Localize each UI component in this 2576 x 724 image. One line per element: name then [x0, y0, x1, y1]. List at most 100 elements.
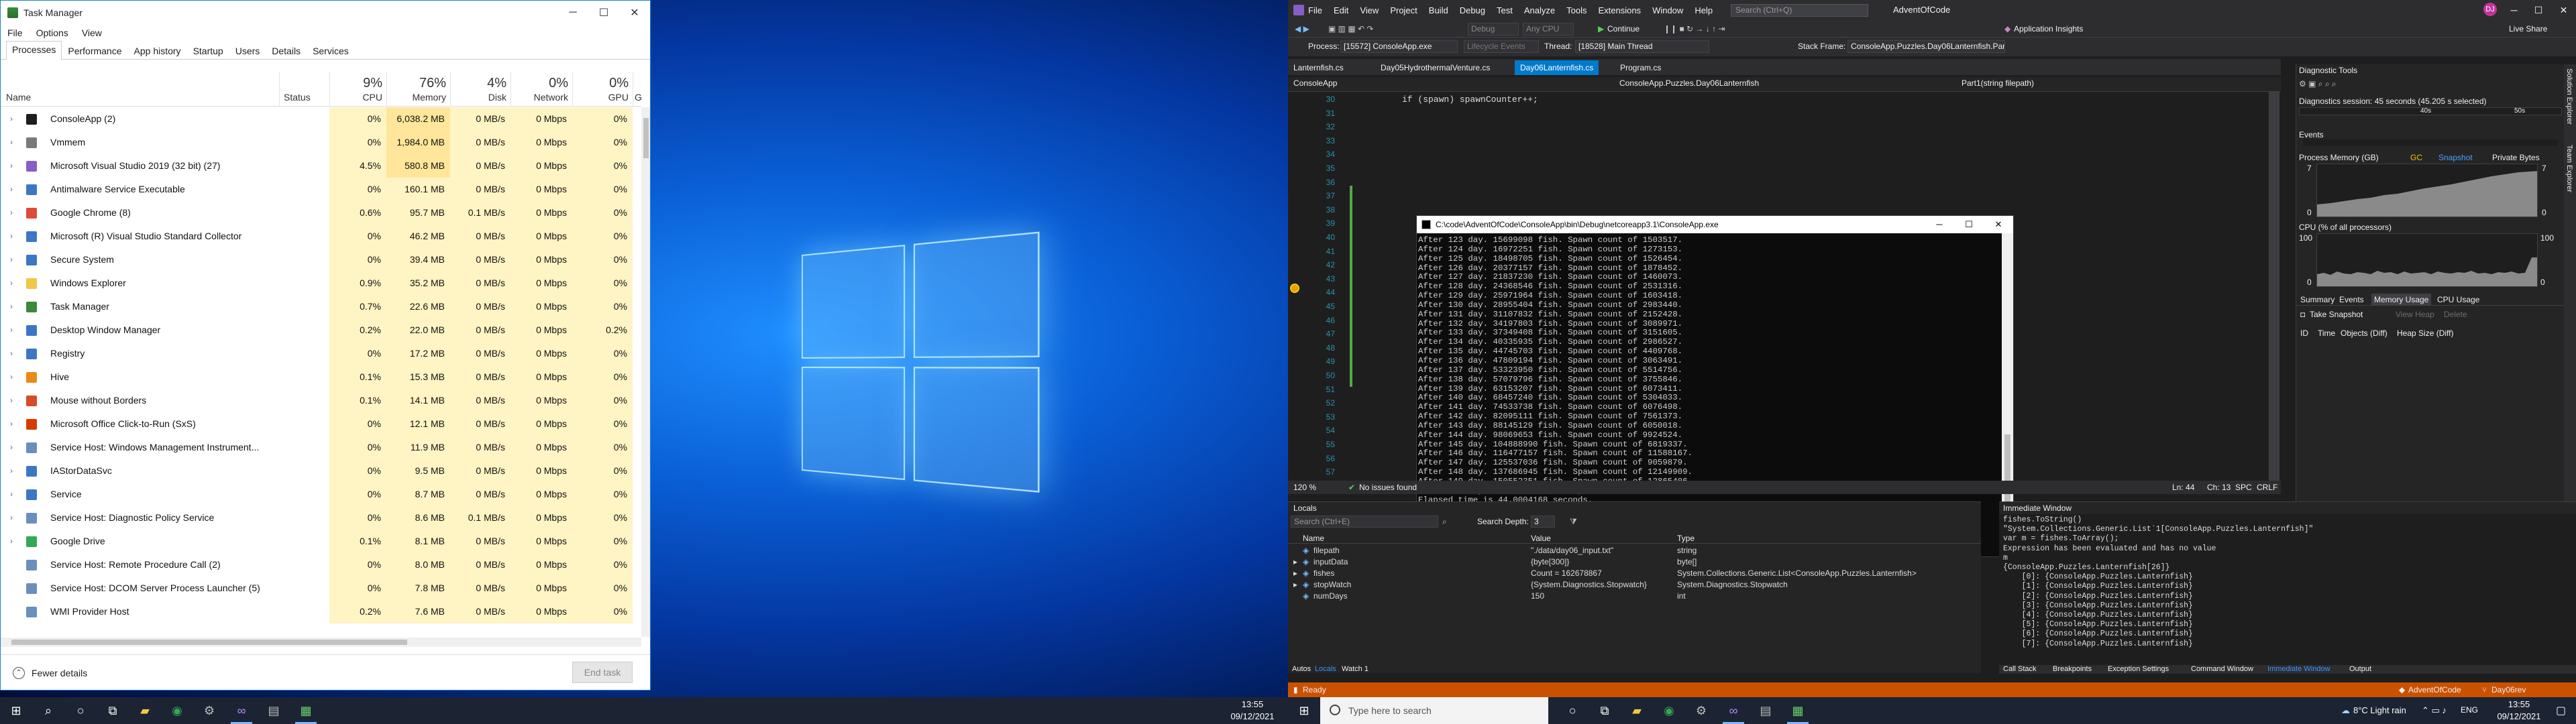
tab-processes[interactable]: Processes: [6, 41, 62, 60]
process-row[interactable]: Service Host: DCOM Server Process Launch…: [1, 577, 641, 600]
process-row[interactable]: › Microsoft (R) Visual Studio Standard Co…: [1, 225, 641, 248]
search-icon[interactable]: ⌕: [32, 700, 64, 721]
tray-icons[interactable]: ⌃ ▭ ♪: [2422, 705, 2447, 716]
column-gpu[interactable]: 0% GPU: [572, 72, 633, 107]
current-statement-icon[interactable]: [1290, 284, 1299, 293]
file-explorer-icon[interactable]: ▰: [1621, 700, 1653, 721]
visual-studio-icon[interactable]: ∞: [225, 700, 258, 721]
notification-icon[interactable]: ▢: [2556, 704, 2566, 717]
take-snapshot-button[interactable]: Take Snapshot: [2310, 310, 2363, 319]
continue-button[interactable]: Continue: [1607, 20, 1640, 38]
issues-indicator[interactable]: No issues found: [1359, 481, 1417, 494]
settings-gear-icon[interactable]: ⚙: [193, 700, 225, 721]
filter-icon[interactable]: ⧩: [1570, 517, 1577, 527]
process-dropdown[interactable]: [15572] ConsoleApp.exe: [1340, 40, 1458, 53]
end-task-button[interactable]: End task: [572, 662, 633, 683]
tab-lanternfish[interactable]: Lanternfish.cs: [1288, 60, 1349, 75]
expand-chevron-icon[interactable]: ›: [10, 506, 13, 530]
process-row[interactable]: › Microsoft Office Click-to-Run (SxS) 0% 12…: [1, 412, 641, 436]
chevron-up-icon[interactable]: ⌃: [13, 667, 25, 679]
expand-chevron-icon[interactable]: ›: [10, 201, 13, 225]
clock[interactable]: 13:55 09/12/2021: [2489, 699, 2549, 723]
process-row[interactable]: › Antimalware Service Executable 0% 160.1 M…: [1, 178, 641, 201]
tab-output[interactable]: Output: [2349, 665, 2371, 673]
menu-window[interactable]: Window: [1652, 5, 1683, 15]
subtab-memory-usage[interactable]: Memory Usage: [2371, 294, 2431, 306]
menu-view[interactable]: View: [1360, 5, 1379, 15]
chrome-icon[interactable]: ◉: [1653, 700, 1685, 721]
locals-row[interactable]: ◈ filepath "./data/day06_input.txt" string: [1288, 545, 1981, 556]
expand-chevron-icon[interactable]: ›: [10, 225, 13, 248]
tab-performance[interactable]: Performance: [62, 42, 127, 59]
menu-test[interactable]: Test: [1497, 5, 1513, 15]
tab-command-window[interactable]: Command Window: [2191, 665, 2253, 673]
process-row[interactable]: › ConsoleApp (2) 0% 6,038.2 MB 0 MB/s 0 Mbps 0…: [1, 107, 641, 131]
task-view-icon[interactable]: ⧉: [1589, 700, 1621, 721]
file-explorer-icon[interactable]: ▰: [129, 700, 161, 721]
expand-chevron-icon[interactable]: ›: [10, 248, 13, 272]
process-row[interactable]: › Service 0% 8.7 MB 0 MB/s 0 Mbps 0%: [1, 483, 641, 506]
column-name[interactable]: Name: [1, 72, 279, 107]
minimize-button[interactable]: ─: [2511, 5, 2518, 15]
code-line[interactable]: if (spawn) spawnCounter++;: [1402, 95, 1538, 105]
thread-dropdown[interactable]: [18528] Main Thread: [1575, 40, 1709, 53]
expand-chevron-icon[interactable]: ▸: [1293, 556, 1297, 568]
process-row[interactable]: › Desktop Window Manager 0.2% 22.0 MB 0 MB/s…: [1, 318, 641, 342]
locals-row[interactable]: ▸ ◈ stopWatch {System.Diagnostics.Stopwatch…: [1288, 579, 1981, 591]
debug-control-icons[interactable]: ❙❙ ■ ↻ → ↓ ↑ ⇥: [1664, 20, 1725, 38]
expand-chevron-icon[interactable]: ▸: [1293, 579, 1297, 591]
maximize-button[interactable]: ☐: [2534, 5, 2543, 16]
tab-autos[interactable]: Autos: [1292, 665, 1311, 673]
code-editor[interactable]: 30 31 32 33 34 35 36 37 38 39 40 41 42 43 44 45 46 47 48 49…: [1288, 92, 2281, 481]
process-row[interactable]: › Task Manager 0.7% 22.6 MB 0 MB/s 0 Mbps 0%: [1, 295, 641, 318]
horizontal-scrollbar[interactable]: [1, 638, 641, 647]
menu-view[interactable]: View: [82, 27, 102, 38]
memory-usage-graph[interactable]: [2316, 164, 2538, 217]
visual-studio-icon[interactable]: ∞: [1717, 700, 1750, 721]
cortana-icon[interactable]: ○: [64, 700, 97, 721]
process-row[interactable]: › Service Host: Windows Management Instru…: [1, 436, 641, 459]
subtab-summary[interactable]: Summary: [2300, 295, 2334, 304]
expand-chevron-icon[interactable]: ›: [10, 436, 13, 459]
process-row[interactable]: › Registry 0% 17.2 MB 0 MB/s 0 Mbps 0%: [1, 342, 641, 365]
expand-chevron-icon[interactable]: ›: [10, 365, 13, 389]
process-row[interactable]: WMI Provider Host 0.2% 7.6 MB 0 MB/s 0 Mbps 0…: [1, 600, 641, 623]
vertical-scrollbar[interactable]: [641, 107, 651, 637]
tab-startup[interactable]: Startup: [187, 42, 229, 59]
stack-frame-dropdown[interactable]: ConsoleApp.Puzzles.Day06Lanternfish.Par: [1847, 40, 2005, 53]
search-depth-dropdown[interactable]: 3: [1531, 516, 1555, 528]
column-cpu[interactable]: 9% CPU: [329, 72, 386, 107]
col-value[interactable]: Value: [1531, 533, 1551, 544]
language-indicator[interactable]: ENG: [2461, 705, 2478, 715]
tab-app-history[interactable]: App history: [128, 42, 187, 59]
tab-day06[interactable]: Day06Lanternfish.cs: [1515, 60, 1599, 75]
console-title-bar[interactable]: C:\code\AdventOfCode\ConsoleApp\bin\Debu…: [1417, 216, 2013, 233]
process-row[interactable]: › Google Drive 0.1% 8.1 MB 0 MB/s 0 Mbps 0%: [1, 530, 641, 553]
diag-toolbar-icons[interactable]: ⚙ ▣ ⌕ ⌕ ⌕: [2299, 79, 2337, 89]
tab-breakpoints[interactable]: Breakpoints: [2053, 665, 2092, 673]
menu-project[interactable]: Project: [1390, 5, 1417, 15]
start-windows-icon[interactable]: ⊞: [1288, 700, 1320, 721]
solution-explorer-tab[interactable]: Solution Explorer: [2565, 68, 2573, 125]
process-row[interactable]: › Secure System 0% 39.4 MB 0 MB/s 0 Mbps 0%: [1, 248, 641, 272]
col-name[interactable]: Name: [1303, 533, 1324, 544]
team-explorer-tab[interactable]: Team Explorer: [2565, 145, 2573, 192]
column-status[interactable]: Status: [279, 72, 329, 107]
menu-extensions[interactable]: Extensions: [1598, 5, 1641, 15]
column-gpu-engine[interactable]: GI: [633, 72, 641, 107]
zoom-level[interactable]: 120 %: [1293, 481, 1316, 494]
branch-name[interactable]: Day06rev: [2491, 682, 2526, 697]
expand-chevron-icon[interactable]: ›: [10, 154, 13, 178]
locals-row[interactable]: ▸ ◈ fishes Count = 162678867 System.Collecti…: [1288, 568, 1981, 579]
expand-chevron-icon[interactable]: ›: [10, 342, 13, 365]
task-manager-taskbar-icon[interactable]: ▦: [290, 700, 322, 721]
col-type[interactable]: Type: [1677, 533, 1695, 544]
mouse-without-borders-icon[interactable]: ▤: [258, 700, 290, 721]
column-disk[interactable]: 4% Disk: [450, 72, 511, 107]
expand-chevron-icon[interactable]: ›: [10, 272, 13, 295]
menu-options[interactable]: Options: [36, 27, 68, 38]
live-share-button[interactable]: Live Share: [2509, 20, 2547, 38]
tab-call-stack[interactable]: Call Stack: [2003, 665, 2037, 673]
expand-chevron-icon[interactable]: ›: [10, 107, 13, 131]
tab-watch1[interactable]: Watch 1: [1342, 665, 1368, 673]
